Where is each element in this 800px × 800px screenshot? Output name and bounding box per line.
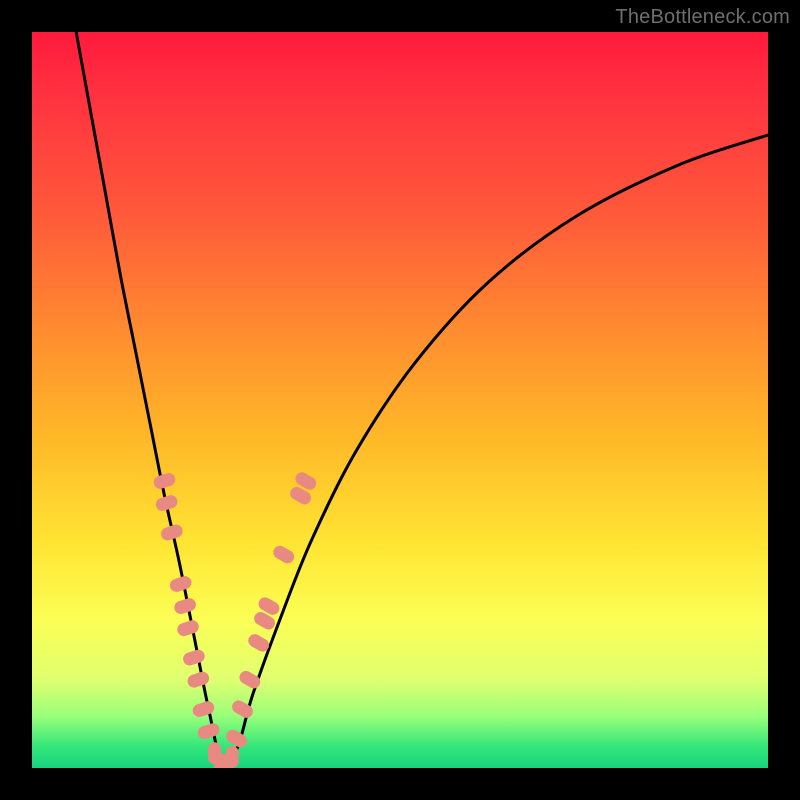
curve-marker <box>181 648 206 667</box>
curve-marker <box>196 722 221 741</box>
plot-area <box>32 32 768 768</box>
curve-marker <box>226 746 239 768</box>
curve-marker <box>159 523 184 542</box>
curve-marker <box>271 543 297 565</box>
bottleneck-curve-svg <box>32 32 768 768</box>
curve-layer <box>76 32 768 768</box>
curve-marker <box>154 493 179 512</box>
bottleneck-curve <box>76 32 768 768</box>
chart-frame: TheBottleneck.com <box>0 0 800 800</box>
watermark-text: TheBottleneck.com <box>615 6 790 29</box>
curve-marker <box>191 700 216 719</box>
curve-marker <box>186 670 211 689</box>
curve-marker <box>173 596 198 615</box>
curve-marker <box>176 619 201 638</box>
curve-marker <box>168 574 193 593</box>
marker-layer <box>152 470 319 768</box>
curve-marker <box>152 471 177 490</box>
curve-marker <box>237 669 263 691</box>
